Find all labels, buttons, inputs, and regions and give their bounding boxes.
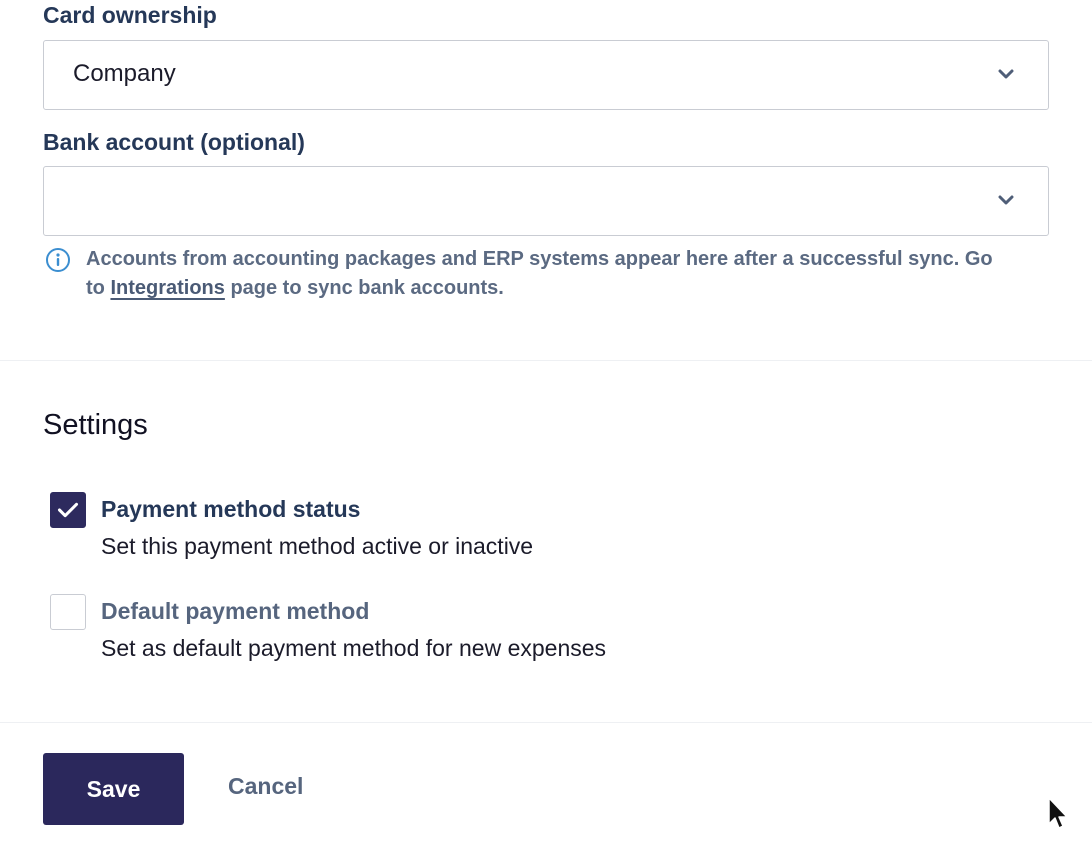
integrations-link[interactable]: Integrations (110, 277, 224, 299)
default-payment-method-checkbox[interactable] (50, 594, 86, 630)
section-divider (0, 360, 1092, 361)
cancel-button[interactable]: Cancel (228, 773, 303, 800)
card-ownership-select[interactable]: Company (43, 40, 1049, 110)
payment-method-status-checkbox[interactable] (50, 492, 86, 528)
help-text-after: page to sync bank accounts. (224, 277, 504, 299)
footer-divider (0, 722, 1092, 723)
payment-method-status-description: Set this payment method active or inacti… (101, 533, 534, 559)
info-icon (46, 248, 70, 272)
save-button[interactable]: Save (43, 753, 184, 825)
chevron-down-icon (998, 69, 1014, 79)
card-ownership-value: Company (73, 60, 176, 87)
checkmark-icon (57, 502, 79, 518)
settings-title: Settings (43, 409, 148, 441)
bank-account-help-text: Accounts from accounting packages and ER… (86, 245, 1016, 303)
payment-method-status-title: Payment method status (101, 496, 361, 522)
mouse-pointer-icon (1048, 797, 1068, 829)
default-payment-method-title: Default payment method (101, 598, 370, 624)
card-ownership-label: Card ownership (43, 2, 217, 28)
chevron-down-icon (998, 195, 1014, 205)
bank-account-select[interactable] (43, 166, 1049, 236)
bank-account-label: Bank account (optional) (43, 129, 305, 155)
default-payment-method-description: Set as default payment method for new ex… (101, 635, 607, 661)
